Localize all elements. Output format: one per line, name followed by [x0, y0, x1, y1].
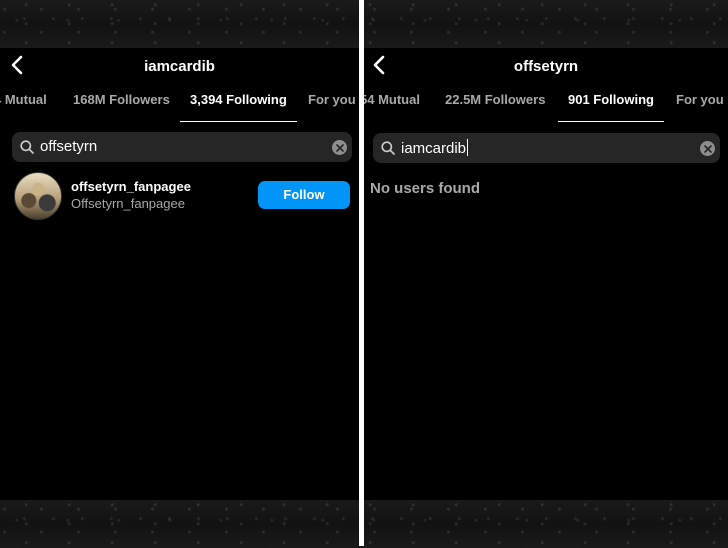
search-input[interactable]: iamcardib: [373, 133, 720, 163]
tab-following[interactable]: 901 Following: [568, 92, 654, 107]
clear-icon[interactable]: [332, 140, 347, 155]
header: iamcardib: [0, 48, 359, 86]
empty-state-message: No users found: [370, 180, 481, 197]
search-icon: [381, 141, 395, 160]
tab-for-you[interactable]: For you: [676, 92, 724, 107]
tab-mutual[interactable]: 4 Mutual: [0, 92, 47, 107]
top-texture-band: [0, 0, 728, 48]
follow-button[interactable]: Follow: [258, 181, 350, 209]
search-value: iamcardib: [401, 139, 469, 157]
left-screenshot-panel: iamcardib 4 Mutual 168M Followers 3,394 …: [0, 48, 359, 500]
tab-bar: 4 Mutual 168M Followers 3,394 Following …: [0, 86, 359, 122]
tab-followers[interactable]: 22.5M Followers: [445, 92, 545, 107]
tab-followers[interactable]: 168M Followers: [73, 92, 170, 107]
result-full-name: Offsetyrn_fanpagee: [71, 196, 185, 211]
search-input[interactable]: offsetyrn: [12, 132, 352, 162]
profile-title: offsetyrn: [513, 58, 579, 75]
avatar[interactable]: [14, 172, 62, 220]
search-icon: [20, 140, 34, 159]
tab-following[interactable]: 3,394 Following: [190, 92, 287, 107]
clear-icon[interactable]: [700, 141, 715, 156]
right-screenshot-panel: offsetyrn 54 Mutual 22.5M Followers 901 …: [364, 48, 728, 500]
bottom-texture-band: [0, 500, 728, 548]
tab-mutual[interactable]: 54 Mutual: [364, 92, 420, 107]
active-tab-indicator: [180, 121, 297, 122]
tab-bar: 54 Mutual 22.5M Followers 901 Following …: [364, 86, 728, 122]
result-username: offsetyrn_fanpagee: [71, 179, 191, 194]
active-tab-indicator: [558, 121, 664, 122]
profile-title: iamcardib: [144, 58, 215, 75]
search-value-text: iamcardib: [401, 140, 467, 157]
header: offsetyrn: [364, 48, 728, 86]
tab-for-you[interactable]: For you: [308, 92, 356, 107]
text-caret: [467, 139, 469, 156]
list-item[interactable]: offsetyrn_fanpagee Offsetyrn_fanpagee Fo…: [0, 172, 359, 220]
search-value: offsetyrn: [40, 138, 98, 155]
